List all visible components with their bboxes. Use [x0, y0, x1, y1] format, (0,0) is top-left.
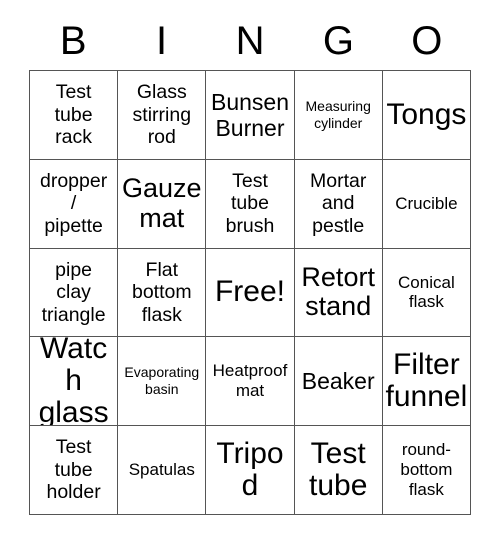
bingo-cell-label: Test tube: [309, 436, 368, 503]
bingo-free-space[interactable]: Free!: [206, 248, 295, 338]
bingo-cell-label: Flat bottom flask: [131, 258, 192, 326]
bingo-cell[interactable]: round- bottom flask: [382, 426, 471, 515]
bingo-grid: Test tube rack Glass stirring rod Bunsen B…: [29, 70, 471, 515]
bingo-cell[interactable]: Filter funnel: [382, 337, 471, 427]
bingo-cell-label: Gauze mat: [122, 173, 202, 233]
bingo-cell[interactable]: Tongs: [382, 71, 471, 160]
bingo-cell-label: Tripod: [216, 436, 284, 503]
bingo-cell[interactable]: Gauze mat: [118, 159, 207, 249]
bingo-header-letter: N: [235, 19, 265, 63]
bingo-cell[interactable]: Spatulas: [118, 426, 207, 515]
bingo-cell-label: Evaporating basin: [124, 364, 200, 398]
bingo-cell-label: Tongs: [386, 97, 467, 131]
bingo-cell[interactable]: Watch glass: [30, 337, 119, 427]
bingo-cell-label: Mortar and pestle: [310, 170, 367, 237]
bingo-cell-label: Beaker: [301, 368, 375, 395]
bingo-cell-label: Conical flask: [398, 272, 455, 312]
bingo-cell-label: round- bottom flask: [400, 440, 453, 500]
bingo-cell[interactable]: Crucible: [382, 159, 471, 249]
bingo-cell-label: Free!: [214, 275, 285, 309]
bingo-cell-label: Watch glass: [38, 337, 109, 427]
bingo-cell[interactable]: Retort stand: [294, 248, 383, 338]
bingo-cell[interactable]: Test tube brush: [206, 159, 295, 249]
bingo-cell-label: Retort stand: [301, 261, 375, 322]
bingo-cell[interactable]: Flat bottom flask: [118, 248, 207, 338]
bingo-cell[interactable]: Test tube: [294, 426, 383, 515]
bingo-cell[interactable]: Tripod: [206, 426, 295, 515]
bingo-cell[interactable]: Bunsen Burner: [206, 71, 295, 160]
bingo-cell-label: Test tube holder: [46, 436, 101, 504]
bingo-header: BINGO: [29, 14, 471, 68]
bingo-card: B I N G O Test tube rack Glass stirring rod Bu…: [0, 0, 500, 544]
bingo-cell-label: Filter funnel: [385, 347, 468, 414]
bingo-cell-label: dropper / pipette: [39, 170, 108, 237]
bingo-cell[interactable]: pipe clay triangle: [30, 248, 119, 338]
bingo-cell-label: pipe clay triangle: [41, 258, 106, 326]
bingo-header-letter: I: [156, 19, 168, 63]
bingo-header-letter: G: [322, 19, 354, 63]
bingo-cell[interactable]: Test tube holder: [30, 426, 119, 515]
bingo-header-letter: B: [59, 19, 87, 63]
bingo-cell-label: Spatulas: [128, 460, 195, 480]
bingo-cell[interactable]: dropper / pipette: [30, 159, 119, 249]
bingo-cell[interactable]: Beaker: [294, 337, 383, 427]
bingo-cell-label: Crucible: [395, 193, 458, 213]
bingo-cell[interactable]: Glass stirring rod: [118, 71, 207, 160]
bingo-cell-label: Test tube rack: [54, 81, 93, 149]
bingo-cell-label: Heatproof mat: [212, 361, 288, 401]
bingo-header-letter: O: [411, 19, 443, 63]
bingo-cell[interactable]: Evaporating basin: [118, 337, 207, 427]
bingo-cell-label: Test tube brush: [225, 170, 275, 237]
bingo-cell-label: Bunsen Burner: [210, 88, 289, 141]
bingo-cell[interactable]: Mortar and pestle: [294, 159, 383, 249]
bingo-cell[interactable]: Heatproof mat: [206, 337, 295, 427]
bingo-cell-label: Measuring cylinder: [305, 98, 371, 131]
bingo-cell[interactable]: Test tube rack: [30, 71, 119, 160]
bingo-cell-label: Glass stirring rod: [132, 81, 192, 149]
bingo-cell[interactable]: Conical flask: [382, 248, 471, 338]
bingo-cell[interactable]: Measuring cylinder: [294, 71, 383, 160]
